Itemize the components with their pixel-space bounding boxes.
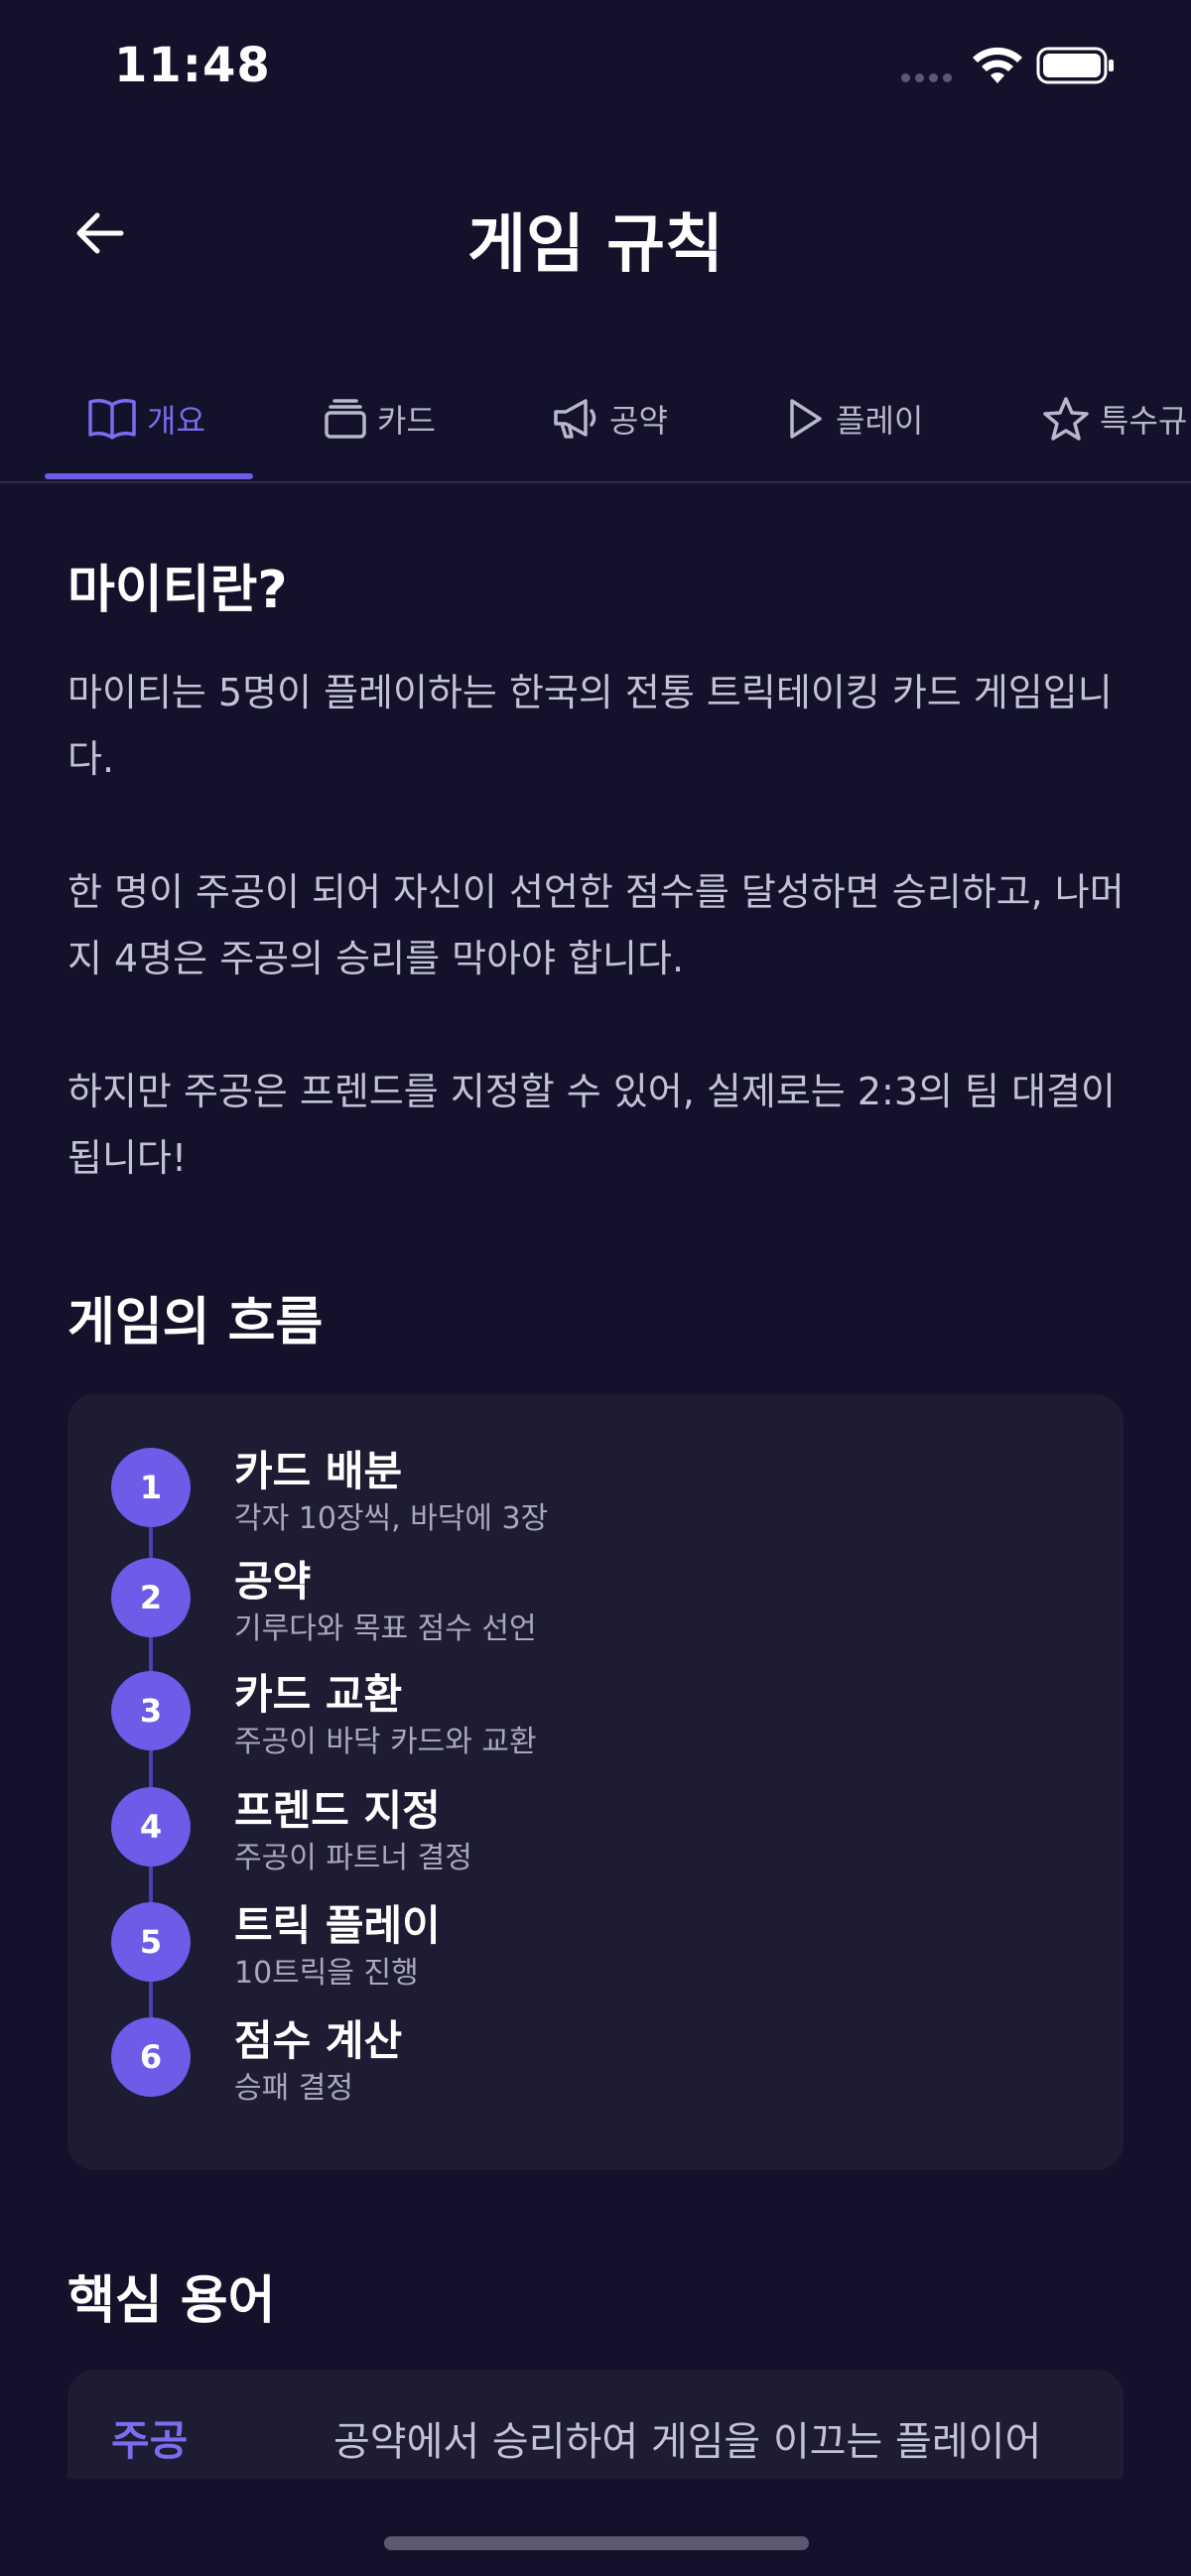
- wifi-icon: [973, 47, 1022, 83]
- step-title: 카드 배분: [234, 1447, 403, 1495]
- section-title-intro: 마이티란?: [67, 561, 288, 620]
- flow-step: 6 점수 계산 승패 결정: [111, 2016, 1064, 2117]
- flow-step: 1 카드 배분 각자 10장씩, 바닥에 3장: [111, 1447, 1064, 1547]
- tab-label: 플레이: [836, 401, 924, 440]
- tab-special-rules[interactable]: 특수규: [1042, 357, 1187, 479]
- step-title: 프렌드 지정: [234, 1786, 441, 1835]
- flow-step: 3 카드 교환 주공이 바닥 카드와 교환: [111, 1670, 1064, 1770]
- tab-label: 카드: [377, 401, 436, 440]
- star-icon: [1043, 396, 1089, 441]
- tab-label: 공약: [609, 401, 668, 440]
- cellular-signal-icon: [901, 73, 952, 82]
- header: 게임 규칙: [0, 174, 1191, 293]
- tab-label: 특수규: [1100, 401, 1188, 440]
- flow-step: 5 트릭 플레이 10트릭을 진행: [111, 1901, 1064, 2001]
- play-icon: [790, 398, 822, 439]
- step-number: 5: [111, 1902, 191, 1982]
- step-title: 카드 교환: [234, 1670, 403, 1719]
- tab-overview[interactable]: 개요: [87, 357, 205, 479]
- status-bar: 11:48: [0, 0, 1191, 134]
- term-definition: 공약에서 승리하여 게임을 이끄는 플레이어: [333, 2419, 1042, 2465]
- flow-card: 1 카드 배분 각자 10장씩, 바닥에 3장 2 공약 기루다와 목표 점수 …: [67, 1394, 1124, 2170]
- step-description: 승패 결정: [234, 2071, 353, 2106]
- flow-step: 2 공약 기루다와 목표 점수 선언: [111, 1557, 1064, 1657]
- intro-paragraph-3: 하지만 주공은 프렌드를 지정할 수 있어, 실제로는 2:3의 팀 대결이 됩…: [67, 1070, 1116, 1180]
- step-title: 공약: [234, 1557, 312, 1606]
- term-name: 주공: [111, 2416, 189, 2465]
- page-title: 게임 규칙: [467, 208, 724, 282]
- step-number: 1: [111, 1448, 191, 1527]
- step-title: 점수 계산: [234, 2016, 403, 2065]
- tab-pledge[interactable]: 공약: [552, 357, 668, 479]
- tab-bar: 개요 카드 공약 플레이 특수규: [0, 357, 1191, 483]
- tab-label: 개요: [147, 401, 205, 440]
- section-title-flow: 게임의 흐름: [67, 1293, 324, 1352]
- step-description: 기루다와 목표 점수 선언: [234, 1611, 537, 1646]
- active-tab-indicator: [45, 473, 253, 479]
- tab-play[interactable]: 플레이: [786, 357, 923, 479]
- step-number: 2: [111, 1558, 191, 1637]
- step-description: 각자 10장씩, 바닥에 3장: [234, 1501, 549, 1536]
- book-icon: [88, 398, 136, 440]
- battery-icon: [1036, 47, 1114, 84]
- flow-step: 4 프렌드 지정 주공이 파트너 결정: [111, 1786, 1064, 1886]
- step-description: 주공이 바닥 카드와 교환: [234, 1725, 537, 1759]
- intro-paragraph-1: 마이티는 5명이 플레이하는 한국의 전통 트릭테이킹 카드 게임입니다.: [67, 671, 1113, 781]
- step-number: 4: [111, 1787, 191, 1867]
- step-description: 10트릭을 진행: [234, 1956, 419, 1991]
- step-description: 주공이 파트너 결정: [234, 1841, 472, 1875]
- intro-paragraph-2: 한 명이 주공이 되어 자신이 선언한 점수를 달성하면 승리하고, 나머지 4…: [67, 870, 1125, 980]
- megaphone-icon: [554, 398, 596, 439]
- step-number: 3: [111, 1671, 191, 1750]
- section-title-terms: 핵심 용어: [67, 2271, 276, 2331]
- status-time: 11:48: [114, 38, 271, 93]
- step-title: 트릭 플레이: [234, 1901, 441, 1950]
- tab-cards[interactable]: 카드: [324, 357, 436, 479]
- step-number: 6: [111, 2017, 191, 2097]
- card-stack-icon: [325, 398, 366, 439]
- home-indicator[interactable]: [384, 2536, 809, 2550]
- terms-card: 주공 공약에서 승리하여 게임을 이끄는 플레이어: [67, 2370, 1124, 2479]
